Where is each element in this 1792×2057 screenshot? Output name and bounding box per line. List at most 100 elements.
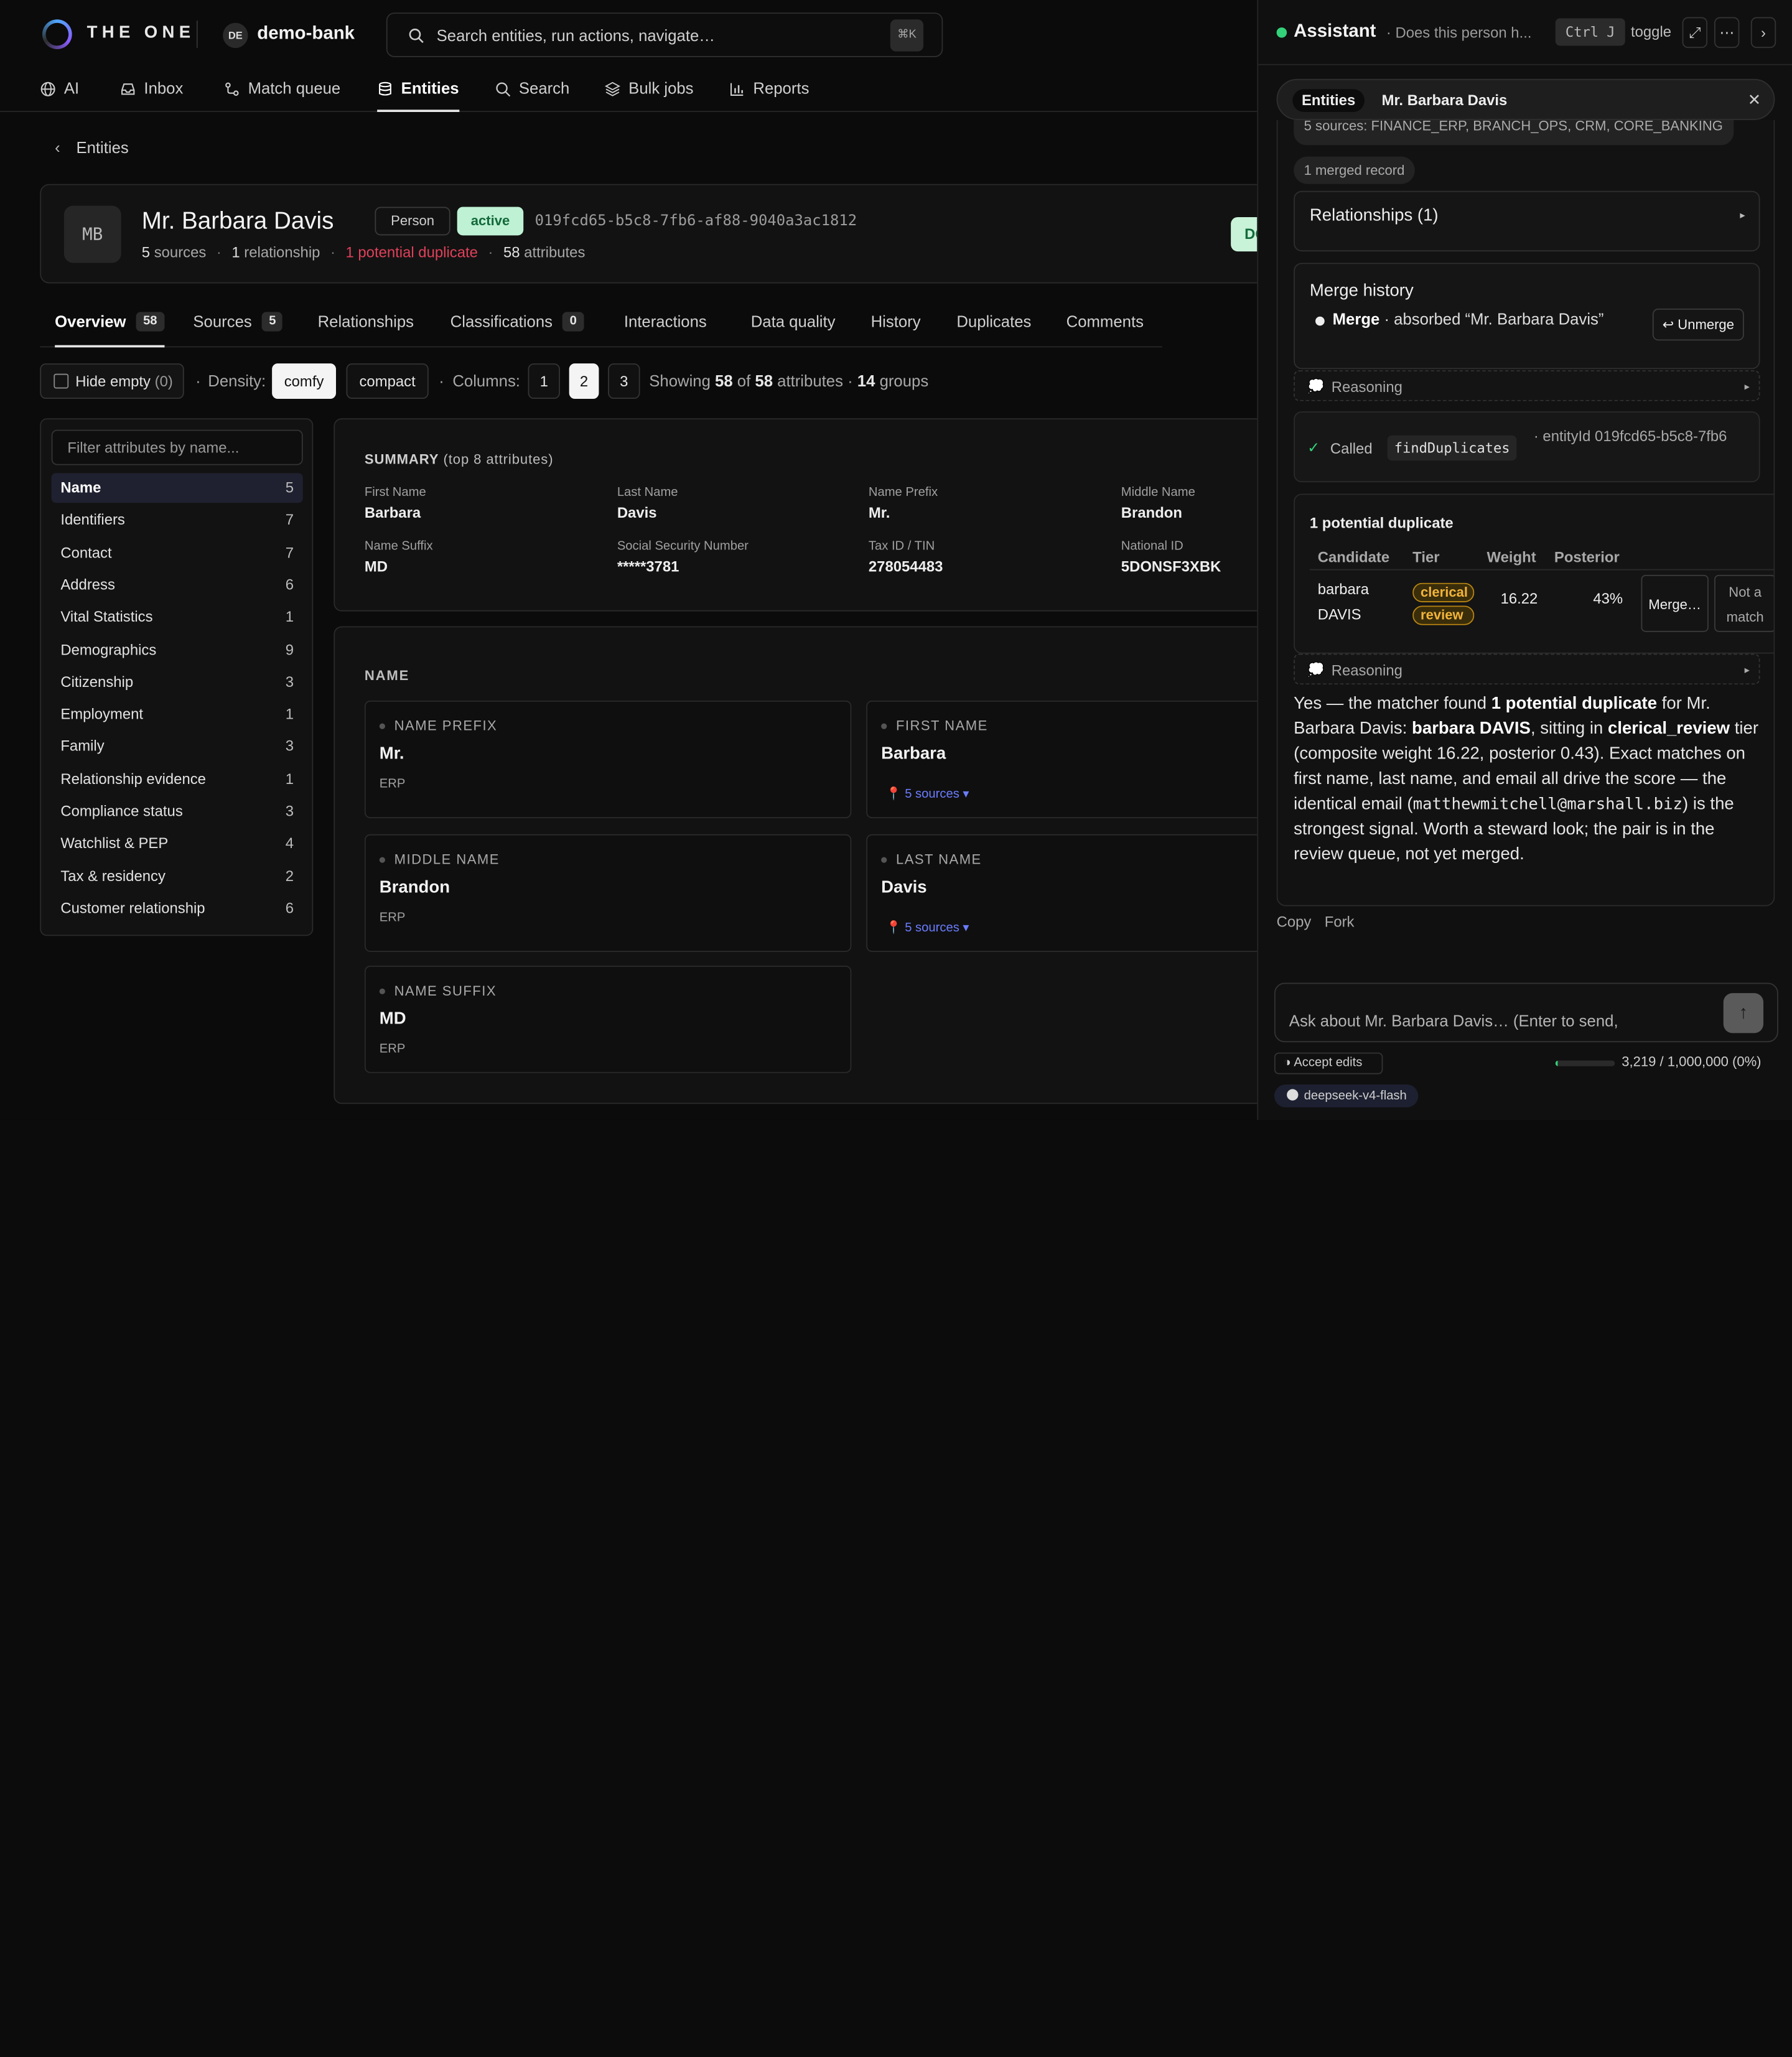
attribute-group-citizenship[interactable]: Citizenship 3 <box>52 667 303 697</box>
tab-duplicates[interactable]: Duplicates <box>956 312 1031 347</box>
hide-empty-toggle[interactable]: Hide empty (0) <box>40 363 184 399</box>
merge-button[interactable]: Merge… <box>1641 574 1709 632</box>
group-count: 7 <box>285 543 294 561</box>
attribute-group-identifiers[interactable]: Identifiers 7 <box>52 505 303 535</box>
source-label: ERP <box>379 1042 406 1056</box>
more-icon[interactable]: ⋯ <box>1714 17 1740 49</box>
bar-chart-icon <box>730 83 744 96</box>
attribute-card[interactable]: LAST NAME Davis 📍 5 sources ▾ <box>866 834 1258 952</box>
context-label: Entities <box>1292 89 1365 112</box>
attribute-card[interactable]: FIRST NAME Barbara 📍 5 sources ▾ <box>866 700 1258 819</box>
attribute-group-contact[interactable]: Contact 7 <box>52 538 303 567</box>
attribute-label: LAST NAME <box>881 851 982 867</box>
columns-3-button[interactable]: 3 <box>608 363 640 399</box>
tab-interactions[interactable]: Interactions <box>624 312 707 347</box>
breadcrumb-back[interactable]: ‹ Entities <box>55 138 129 156</box>
reasoning-toggle[interactable]: 💭 Reasoning ▸ <box>1294 653 1760 685</box>
logo-icon[interactable] <box>42 19 72 49</box>
group-label: Employment <box>60 705 144 722</box>
density-compact-button[interactable]: compact <box>346 363 429 399</box>
field-label: Name Suffix <box>364 539 433 553</box>
attribute-card[interactable]: NAME PREFIX Mr. ERP <box>364 700 852 819</box>
nav-ai[interactable]: AI <box>40 79 79 112</box>
breadcrumb-label: Entities <box>76 138 129 157</box>
entity-id[interactable]: 019fcd65-b5c8-7fb6-af88-9040a3ac1812 <box>535 213 857 230</box>
sources-dropdown[interactable]: 📍 5 sources ▾ <box>885 920 969 935</box>
tab-label: Overview <box>55 312 126 330</box>
caret-right-icon: ▸ <box>1744 664 1750 676</box>
chevron-right-icon[interactable]: › <box>1750 17 1776 49</box>
columns-2-button[interactable]: 2 <box>569 363 599 399</box>
relationships-accordion[interactable]: Relationships (1) ▸ <box>1294 190 1760 252</box>
fork-button[interactable]: Fork <box>1325 913 1355 931</box>
copy-button[interactable]: Copy <box>1277 913 1312 931</box>
nav-search[interactable]: Search <box>495 79 569 112</box>
attribute-group-demographics[interactable]: Demographics 9 <box>52 635 303 665</box>
tab-overview[interactable]: Overview 58 <box>55 312 164 348</box>
tab-data-quality[interactable]: Data quality <box>751 312 836 347</box>
sources-dropdown[interactable]: 📍 5 sources ▾ <box>885 786 969 801</box>
workspace-avatar[interactable]: DE <box>223 22 248 49</box>
expand-icon[interactable]: ⤢ <box>1682 17 1708 49</box>
nav-bulk-jobs[interactable]: Bulk jobs <box>604 79 694 112</box>
assistant-panel: Assistant · Does this person h... Ctrl J… <box>1257 0 1792 1120</box>
global-search[interactable]: Search entities, run actions, navigate… … <box>386 12 943 57</box>
group-label: Family <box>60 737 105 755</box>
attribute-group-family[interactable]: Family 3 <box>52 732 303 762</box>
candidate-name[interactable]: barbara DAVIS <box>1318 577 1369 628</box>
attribute-filter-input[interactable]: Filter attributes by name... <box>51 429 303 465</box>
sources-count: 5 <box>141 243 151 261</box>
nav-match-queue[interactable]: Match queue <box>224 79 340 112</box>
attribute-card[interactable]: NAME SUFFIX MD ERP <box>364 966 852 1073</box>
chat-input[interactable]: Ask about Mr. Barbara Davis… (Enter to s… <box>1274 982 1778 1043</box>
density-comfy-button[interactable]: comfy <box>272 363 336 399</box>
nav-entities[interactable]: Entities <box>377 79 459 112</box>
model-selector[interactable]: deepseek-v4-flash <box>1274 1084 1419 1108</box>
entity-avatar: MB <box>63 205 121 263</box>
attribute-group-compliance-status[interactable]: Compliance status 3 <box>52 796 303 826</box>
attribute-value: MD <box>379 1009 406 1029</box>
not-a-match-button[interactable]: Not a match <box>1714 574 1774 632</box>
attribute-value: Barbara <box>881 744 946 763</box>
reasoning-label: Reasoning <box>1331 378 1402 396</box>
field-label: Last Name <box>617 485 678 500</box>
attribute-group-name[interactable]: Name 5 <box>51 473 303 503</box>
attribute-group-address[interactable]: Address 6 <box>52 570 303 600</box>
send-button[interactable]: ↑ <box>1723 993 1764 1033</box>
unmerge-button[interactable]: ↩ Unmerge <box>1652 308 1744 341</box>
assistant-thread-title: · Does this person h... <box>1386 24 1532 42</box>
workspace-switcher[interactable]: demo-bank <box>257 24 355 45</box>
nav-inbox[interactable]: Inbox <box>120 79 183 112</box>
close-icon[interactable]: ✕ <box>1748 90 1762 110</box>
route-icon <box>225 82 239 96</box>
tool-call-card[interactable]: ✓ Called findDuplicates · entityId 019fc… <box>1294 411 1760 483</box>
attribute-group-watchlist-pep[interactable]: Watchlist & PEP 4 <box>52 829 303 859</box>
section-title: NAME <box>364 667 410 684</box>
attribute-group-customer-relationship[interactable]: Customer relationship 6 <box>52 893 303 923</box>
dq-button[interactable]: DQ <box>1231 217 1258 252</box>
tab-comments[interactable]: Comments <box>1066 312 1144 347</box>
nav-reports[interactable]: Reports <box>729 79 809 112</box>
group-count: 3 <box>285 802 294 819</box>
tab-sources[interactable]: Sources 5 <box>193 312 283 347</box>
attribute-group-relationship-evidence[interactable]: Relationship evidence 1 <box>52 764 303 794</box>
attribute-group-employment[interactable]: Employment 1 <box>52 699 303 729</box>
attribute-card[interactable]: MIDDLE NAME Brandon ERP <box>364 834 852 952</box>
summary-field: Middle Name Brandon <box>1121 486 1258 521</box>
search-icon <box>496 82 511 97</box>
tab-history[interactable]: History <box>871 312 921 347</box>
field-label: First Name <box>364 485 426 500</box>
accept-edits-toggle[interactable]: ◑ Accept edits <box>1274 1052 1383 1075</box>
tab-relationships[interactable]: Relationships <box>318 312 414 347</box>
attribute-group-tax-residency[interactable]: Tax & residency 2 <box>52 861 303 891</box>
field-value: Barbara <box>364 503 421 521</box>
columns-1-button[interactable]: 1 <box>528 363 560 399</box>
attribute-group-vital-statistics[interactable]: Vital Statistics 1 <box>52 602 303 632</box>
potential-duplicate-link[interactable]: 1 potential duplicate <box>345 243 477 261</box>
tab-classifications[interactable]: Classifications 0 <box>450 312 584 347</box>
reasoning-toggle[interactable]: 💭 Reasoning ▸ <box>1294 370 1760 401</box>
density-label: Density: <box>208 371 266 390</box>
hide-empty-checkbox[interactable] <box>54 373 69 389</box>
field-value: 278054483 <box>868 557 943 575</box>
summary-field: Last Name Davis <box>617 486 857 521</box>
